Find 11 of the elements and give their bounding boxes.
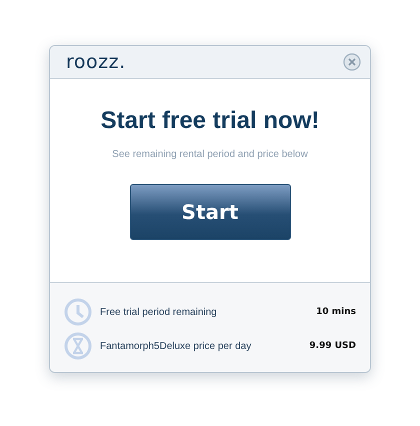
clock-icon (64, 298, 92, 326)
info-label: Fantamorph5Deluxe price per day (100, 340, 252, 352)
hourglass-icon (64, 332, 92, 360)
start-button[interactable]: Start (130, 184, 290, 240)
dialog-title: Start free trial now! (100, 107, 320, 135)
logo: roozz. (66, 51, 126, 73)
info-value: 10 mins (316, 307, 356, 317)
info-value: 9.99 USD (309, 341, 356, 351)
subtitle: See remaining rental period and price below (112, 149, 308, 160)
info-label: Free trial period remaining (100, 306, 218, 318)
close-icon[interactable] (343, 53, 361, 71)
